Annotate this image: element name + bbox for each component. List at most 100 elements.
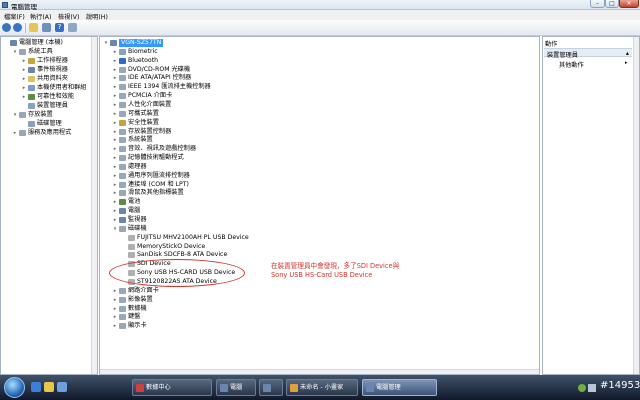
expand-toggle-icon[interactable]: ▸ — [112, 129, 118, 135]
expand-toggle-icon[interactable]: ▸ — [112, 67, 118, 73]
expand-toggle-icon[interactable]: ▸ — [112, 58, 118, 64]
volume-tray-icon[interactable] — [588, 384, 596, 392]
expand-toggle-icon[interactable]: ▸ — [112, 190, 118, 196]
expand-toggle-icon[interactable]: ▸ — [112, 199, 118, 205]
start-orb-icon[interactable] — [4, 377, 25, 398]
more-actions-item[interactable]: 其他動作 — [559, 60, 584, 69]
taskbar-button[interactable] — [259, 379, 283, 396]
navigation-pane: 電腦管理 (本機) ▾ 系統工具 ▸ 工作排程器 ▸ 事件檢視器 ▸ 共用資料夾 ▸ 本機使用者和群… — [0, 36, 98, 375]
expand-toggle-icon[interactable]: ▸ — [21, 58, 27, 64]
expand-toggle-icon[interactable]: ▸ — [112, 102, 118, 108]
expand-toggle-icon[interactable]: ▸ — [112, 297, 118, 303]
taskbar-button-label: 電腦 — [230, 384, 243, 391]
device-tree-pane: ▾ VGN-SZ57TN ▸ Biometric ▸ Bluetooth ▸ DVD/CD-R… — [99, 36, 540, 375]
back-arrow-icon[interactable] — [2, 23, 11, 32]
expand-toggle-icon[interactable]: ▾ — [12, 49, 18, 55]
expand-toggle-icon[interactable]: ▸ — [112, 120, 118, 126]
desktop-quicklaunch-icon[interactable] — [57, 382, 67, 392]
device-category-icon — [119, 296, 126, 303]
up-folder-icon[interactable] — [29, 23, 38, 32]
expand-toggle-icon[interactable]: ▸ — [112, 75, 118, 81]
expand-toggle-icon[interactable]: ▸ — [112, 146, 118, 152]
expand-toggle-icon[interactable]: ▾ — [12, 112, 18, 118]
left-tree-label: 可靠性和效能 — [37, 93, 75, 100]
left-tree-label: 電腦管理 (本機) — [19, 39, 63, 46]
title-bar: 電腦管理 – □ ✕ — [0, 0, 640, 11]
expand-toggle-icon[interactable]: ▸ — [112, 173, 118, 179]
minimize-button[interactable]: – — [590, 0, 605, 8]
expand-toggle-icon[interactable]: ▸ — [112, 164, 118, 170]
actions-pane: 動作 裝置管理員 ▴ 其他動作 ▸ — [542, 36, 640, 375]
device-tree-label: 滑鼠及其他指標裝置 — [128, 189, 184, 197]
show-hide-tree-icon[interactable] — [68, 23, 77, 32]
expand-toggle-icon[interactable]: ▸ — [112, 155, 118, 161]
device-tree-label: DVD/CD-ROM 光碟機 — [128, 65, 191, 73]
device-tree-label: 人性化介面裝置 — [128, 100, 172, 108]
expand-toggle-icon[interactable]: ▸ — [112, 137, 118, 143]
expand-toggle-icon[interactable]: ▸ — [112, 217, 118, 223]
expand-toggle-icon[interactable]: ▸ — [21, 85, 27, 91]
expand-toggle-icon[interactable]: ▸ — [112, 84, 118, 90]
device-category-icon — [19, 112, 26, 118]
taskbar-button-label: 未命名 - 小畫家 — [300, 384, 344, 391]
expand-toggle-icon[interactable]: ▸ — [112, 49, 118, 55]
expand-toggle-icon[interactable]: ▾ — [103, 40, 109, 46]
device-category-icon — [119, 137, 126, 144]
device-tree-hscrollbar[interactable] — [100, 369, 539, 374]
actions-title: 動作 — [545, 41, 558, 48]
collapse-up-icon[interactable]: ▴ — [626, 50, 629, 57]
expand-toggle-icon[interactable]: ▸ — [112, 111, 118, 117]
toolbar: ? — [0, 20, 640, 36]
expand-toggle-icon[interactable]: ▸ — [12, 130, 18, 136]
expand-toggle-icon[interactable]: ▸ — [112, 93, 118, 99]
left-tree-label: 共用資料夾 — [37, 75, 68, 82]
device-category-icon — [119, 101, 126, 108]
device-category-icon — [119, 75, 126, 82]
device-tree-label: 磁碟機 — [128, 224, 147, 232]
device-category-icon — [119, 199, 126, 206]
device-tree-label: 數據機 — [128, 304, 147, 312]
taskbar-button[interactable]: 電腦 — [216, 379, 256, 396]
forward-arrow-icon[interactable] — [13, 23, 22, 32]
expand-toggle-icon — [3, 40, 9, 46]
folder-quicklaunch-icon[interactable] — [44, 382, 54, 392]
actions-section-header[interactable]: 裝置管理員 ▴ — [544, 48, 632, 59]
expand-toggle-icon[interactable]: ▸ — [21, 94, 27, 100]
device-category-icon — [119, 172, 126, 179]
expand-toggle-icon[interactable]: ▸ — [112, 314, 118, 320]
device-category-icon — [119, 314, 126, 321]
taskbar-button[interactable]: 數據中心 — [132, 379, 212, 396]
properties-icon[interactable] — [42, 23, 51, 32]
watermark: #14953 — [600, 380, 640, 391]
expand-toggle-icon[interactable]: ▸ — [112, 323, 118, 329]
expand-toggle-icon[interactable]: ▸ — [112, 182, 118, 188]
expand-toggle-icon[interactable]: ▸ — [112, 288, 118, 294]
device-tree-label: VGN-SZ57TN — [119, 39, 164, 47]
toolbar-separator — [25, 23, 26, 33]
left-tree-label: 存放裝置 — [28, 111, 53, 118]
close-button[interactable]: ✕ — [619, 0, 639, 8]
device-category-icon — [10, 40, 17, 46]
network-tray-icon[interactable] — [578, 384, 586, 392]
device-tree-label: Bluetooth — [128, 56, 159, 64]
taskbar-button[interactable]: 未命名 - 小畫家 — [286, 379, 358, 396]
expand-toggle-icon[interactable]: ▾ — [112, 226, 118, 232]
help-icon[interactable]: ? — [55, 23, 64, 32]
taskbar-button[interactable]: 電腦管理 — [362, 379, 437, 396]
device-category-icon — [119, 217, 126, 223]
expand-toggle-icon[interactable]: ▸ — [21, 76, 27, 82]
expand-toggle-icon[interactable]: ▸ — [112, 306, 118, 312]
taskbar: 數據中心 電腦 未命名 - 小畫家 電腦管理 — [0, 375, 640, 400]
left-tree-label: 系統工具 — [28, 48, 53, 55]
nav-scrollbar[interactable] — [91, 37, 97, 374]
ie-quicklaunch-icon[interactable] — [31, 382, 41, 392]
expand-toggle-icon[interactable]: ▸ — [112, 208, 118, 214]
device-category-icon — [119, 305, 126, 312]
maximize-button[interactable]: □ — [605, 0, 619, 8]
device-category-icon — [119, 66, 126, 73]
expand-toggle-icon[interactable]: ▸ — [21, 67, 27, 73]
device-category-icon — [119, 57, 126, 64]
actions-scrollbar[interactable] — [633, 37, 639, 374]
device-category-icon — [28, 58, 35, 64]
device-tree-label: 鍵盤 — [128, 313, 141, 321]
